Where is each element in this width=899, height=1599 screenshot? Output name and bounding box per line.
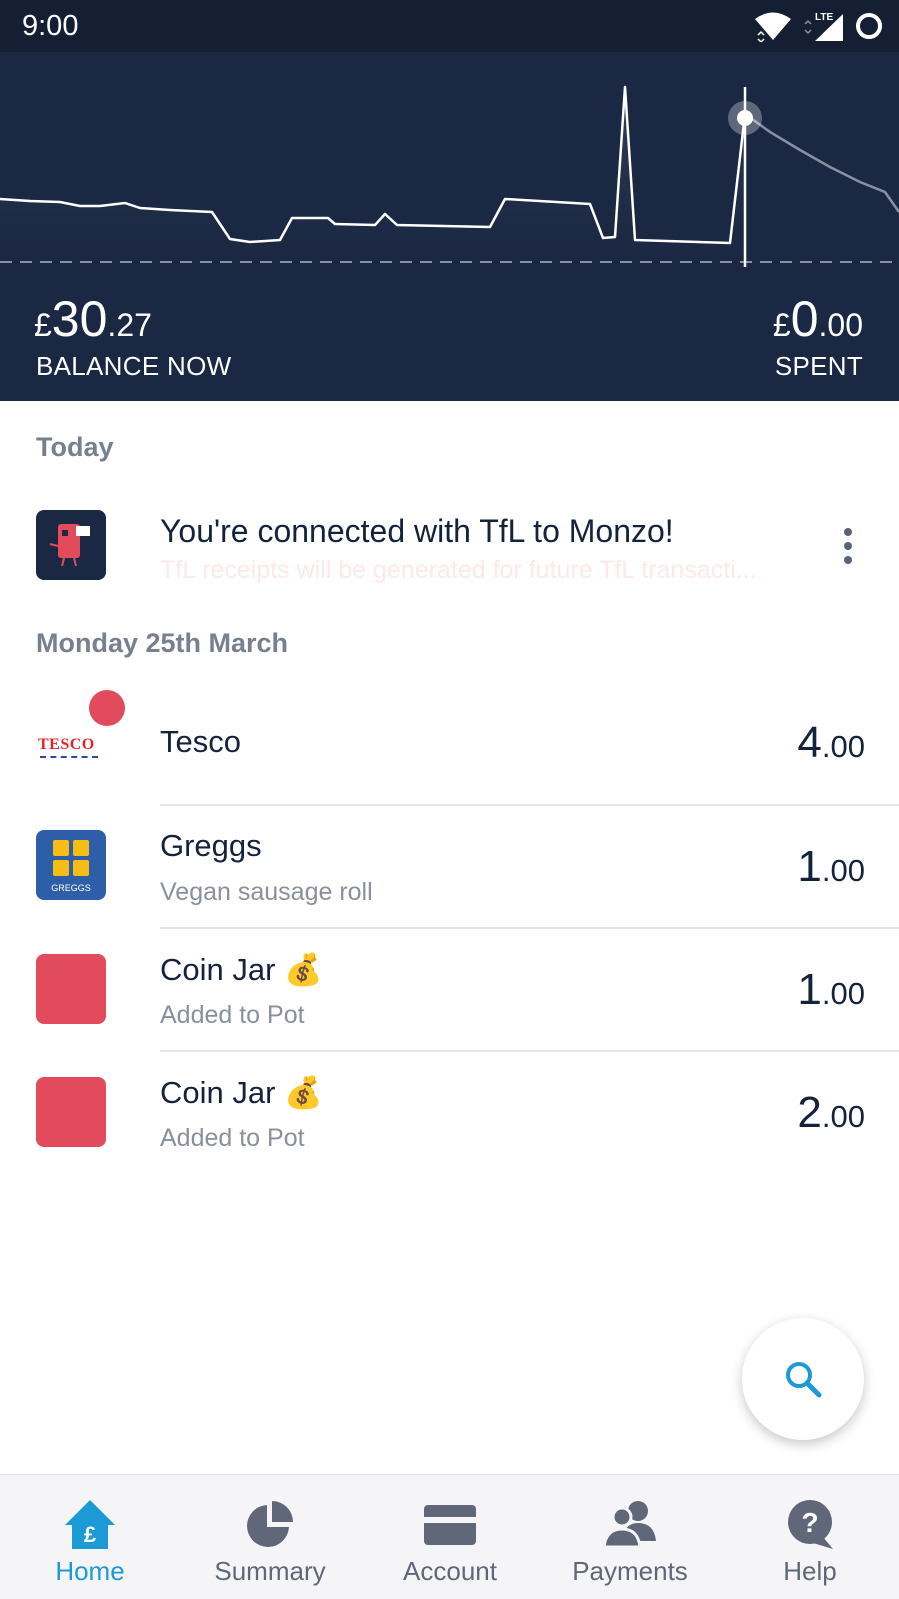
nav-label: Payments (572, 1556, 688, 1586)
search-icon (786, 1362, 822, 1398)
svg-text:?: ? (801, 1507, 818, 1538)
transaction-amount: 1.00 (797, 965, 865, 1014)
battery-circle-icon (856, 13, 882, 39)
nav-label: Account (403, 1556, 497, 1586)
notification-row[interactable]: You're connected with TfL to Monzo! TfL … (0, 490, 899, 611)
transaction-note: Added to Pot (160, 1001, 305, 1029)
more-options-icon[interactable] (840, 526, 856, 566)
nav-label: Home (55, 1556, 125, 1586)
transaction-merchant: Coin Jar 💰 (160, 952, 323, 987)
transaction-merchant: Greggs (160, 828, 262, 863)
home-icon: £ (65, 1500, 115, 1549)
balance-amount: £30.27 (34, 291, 152, 347)
transaction-amount: 4.00 (797, 718, 865, 767)
greggs-logo-icon: GREGGS (36, 830, 106, 900)
transaction-note: Vegan sausage roll (160, 878, 373, 906)
nav-label: Summary (214, 1556, 326, 1586)
search-button[interactable] (742, 1318, 864, 1440)
wifi-icon (755, 12, 791, 42)
transaction-amount: 2.00 (797, 1088, 865, 1137)
transaction-merchant: Coin Jar 💰 (160, 1075, 323, 1110)
card-icon (424, 1505, 476, 1545)
status-bar: 9:00 LTE (0, 0, 899, 52)
notification-title: You're connected with TfL to Monzo! (160, 513, 674, 549)
transaction-row[interactable]: Coin Jar 💰 Added to Pot 1.00 (0, 929, 899, 1050)
notification-subtitle: TfL receipts will be generated for futur… (160, 556, 757, 584)
unread-dot (89, 690, 125, 726)
help-icon: ? (788, 1500, 833, 1549)
section-title-today: Today (36, 432, 114, 462)
tfl-robot-icon (36, 510, 106, 580)
chart-area (0, 87, 745, 262)
transaction-note: Added to Pot (160, 1124, 305, 1152)
status-time: 9:00 (22, 10, 79, 42)
balance-label: BALANCE NOW (36, 351, 232, 381)
spent-amount: £0.00 (772, 291, 863, 347)
balance-chart[interactable] (0, 52, 899, 401)
svg-text:£: £ (84, 1522, 97, 1547)
transaction-merchant: Tesco (160, 724, 241, 759)
nav-help[interactable]: ? Help (720, 1475, 899, 1599)
balance-header: £30.27 BALANCE NOW £0.00 SPENT (0, 52, 899, 401)
nav-home[interactable]: £ Home (0, 1475, 180, 1599)
pot-icon (36, 954, 106, 1024)
nav-account[interactable]: Account (360, 1475, 540, 1599)
transaction-amount: 1.00 (797, 842, 865, 891)
signal-icon: LTE (804, 12, 843, 41)
nav-label: Help (783, 1556, 837, 1586)
transaction-row[interactable]: GREGGS Greggs Vegan sausage roll 1.00 (0, 806, 899, 927)
nav-summary[interactable]: Summary (180, 1475, 360, 1599)
transaction-row[interactable]: TESCO Tesco 4.00 (0, 682, 899, 803)
chart-cursor-dot[interactable] (737, 110, 753, 126)
pot-icon (36, 1077, 106, 1147)
section-title-date: Monday 25th March (36, 628, 289, 658)
pie-chart-icon (247, 1501, 293, 1547)
bottom-nav: £ Home Summary Account Payments ? Help (0, 1474, 899, 1599)
chart-projection-line (744, 112, 899, 213)
people-icon (602, 1501, 656, 1549)
spent-label: SPENT (774, 351, 863, 381)
nav-payments[interactable]: Payments (540, 1475, 720, 1599)
transaction-row[interactable]: Coin Jar 💰 Added to Pot 2.00 (0, 1052, 899, 1173)
network-label: LTE (815, 12, 833, 23)
status-icons: LTE (753, 10, 885, 42)
